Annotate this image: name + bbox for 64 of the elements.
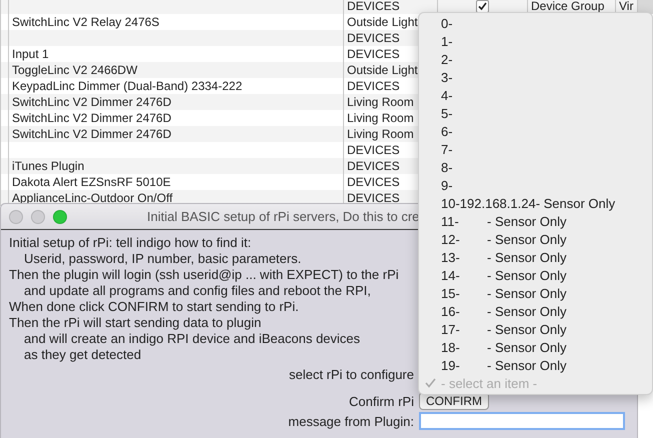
menu-item[interactable]: 11- - Sensor Only: [419, 212, 652, 230]
instruction-text: Userid, password, IP number, basic parameters.: [23, 251, 302, 267]
menu-item[interactable]: 1-: [419, 32, 652, 50]
message-field[interactable]: [419, 412, 625, 430]
table-cell: ApplianceLinc-Outdoor On/Off: [12, 190, 173, 206]
menu-item[interactable]: 12- - Sensor Only: [419, 230, 652, 248]
table-cell: DEVICES: [347, 142, 400, 158]
table-cell: Living Room: [347, 126, 414, 142]
field-label: Confirm rPi: [348, 394, 414, 408]
table-cell: DEVICES: [347, 190, 400, 206]
table-cell: DEVICES: [347, 174, 400, 190]
menu-item[interactable]: 3-: [419, 68, 652, 86]
menu-item[interactable]: 16- - Sensor Only: [419, 302, 652, 320]
scrollbar[interactable]: [637, 0, 653, 14]
instruction-text: and update all programs and config files and reboot the RPI,: [23, 283, 371, 299]
instruction-text: When done click CONFIRM to start sending to rPi.: [9, 299, 299, 315]
instruction-text: as they get detected: [23, 347, 142, 363]
menu-item[interactable]: 6-: [419, 122, 652, 140]
menu-item[interactable]: 8-: [419, 158, 652, 176]
table-cell: Dakota Alert EZSnsRF 5010E: [12, 174, 171, 190]
menu-item[interactable]: 0-: [419, 14, 652, 32]
table-cell: Living Room: [347, 94, 414, 110]
table-cell: Living Room: [347, 110, 414, 126]
menu-item[interactable]: 9-: [419, 176, 652, 194]
menu-item[interactable]: 19- - Sensor Only: [419, 356, 652, 374]
field-label: message from Plugin:: [287, 414, 414, 428]
table-cell: DEVICES: [347, 30, 400, 46]
table-cell: SwitchLinc V2 Dimmer 2476D: [12, 110, 172, 126]
table-cell: Device Group: [531, 0, 604, 14]
menu-item[interactable]: 4-: [419, 86, 652, 104]
checkbox[interactable]: [476, 0, 489, 12]
menu-item[interactable]: 18- - Sensor Only: [419, 338, 652, 356]
table-cell: DEVICES: [347, 0, 400, 14]
menu-item[interactable]: 7-: [419, 140, 652, 158]
table-cell: iTunes Plugin: [12, 158, 84, 174]
menu-item[interactable]: 5-: [419, 104, 652, 122]
field-label: select rPi to configure: [288, 367, 414, 382]
menu-item[interactable]: 10-192.168.1.24- Sensor Only: [419, 194, 652, 212]
menu-item[interactable]: 17- - Sensor Only: [419, 320, 652, 338]
check-icon: [425, 378, 436, 388]
table-cell: SwitchLinc V2 Dimmer 2476D: [12, 126, 172, 142]
table-cell: Input 1: [12, 46, 49, 62]
table-cell: KeypadLinc Dimmer (Dual-Band) 2334-222: [12, 78, 242, 94]
window-title: Initial BASIC setup of rPi servers, Do this to cre: [147, 209, 420, 224]
table-cell: SwitchLinc V2 Relay 2476S: [12, 14, 160, 30]
table-cell: Outside Light: [347, 62, 418, 78]
table-cell: DEVICES: [347, 158, 400, 174]
menu-item[interactable]: 13- - Sensor Only: [419, 248, 652, 266]
close-icon[interactable]: [9, 210, 23, 224]
instruction-text: and will create an indigo RPI device and iBeacons devices: [23, 331, 360, 347]
instruction-text: Initial setup of rPi: tell indigo how to find it:: [9, 235, 252, 251]
table-cell: Outside Light: [347, 14, 418, 30]
instruction-text: Then the plugin will login (ssh userid@ip ... with EXPECT) to the rPi: [9, 267, 399, 283]
table-cell: SwitchLinc V2 Dimmer 2476D: [12, 94, 172, 110]
table-cell: DEVICES: [347, 46, 400, 62]
table-cell: DEVICES: [347, 78, 400, 94]
instruction-text: Then the rPi will start sending data to plugin: [9, 315, 262, 331]
zoom-icon[interactable]: [53, 210, 67, 224]
table-cell: Vir: [619, 0, 634, 14]
table-cell: ToggleLinc V2 2466DW: [12, 62, 138, 78]
menu-item[interactable]: 2-: [419, 50, 652, 68]
menu-item[interactable]: 15- - Sensor Only: [419, 284, 652, 302]
menu-item[interactable]: 14- - Sensor Only: [419, 266, 652, 284]
minimize-icon[interactable]: [31, 210, 45, 224]
